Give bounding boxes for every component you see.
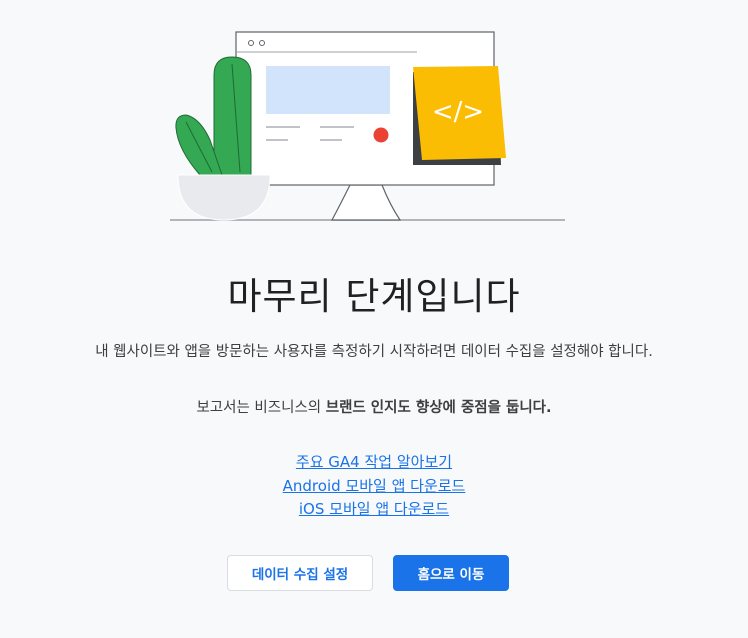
ga4-tasks-link[interactable]: 주요 GA4 작업 알아보기 xyxy=(0,451,748,475)
setup-illustration: </> xyxy=(170,31,565,221)
red-dot xyxy=(373,127,389,143)
report-focus-bold: 브랜드 인지도 향상에 중점을 둡니다. xyxy=(325,400,552,416)
android-app-link[interactable]: Android 모바일 앱 다운로드 xyxy=(0,475,748,499)
page-title: 마무리 단계입니다 xyxy=(227,275,521,318)
data-collection-setup-button[interactable]: 데이터 수집 설정 xyxy=(227,555,373,591)
report-focus-prefix: 보고서는 비즈니스의 xyxy=(196,400,326,416)
ios-app-link[interactable]: iOS 모바일 앱 다운로드 xyxy=(0,498,748,522)
report-focus-text: 보고서는 비즈니스의 브랜드 인지도 향상에 중점을 둡니다. xyxy=(0,396,748,417)
go-home-button[interactable]: 홈으로 이동 xyxy=(393,555,509,591)
plant-pot xyxy=(177,174,271,221)
setup-description: 내 웹사이트와 앱을 방문하는 사용자를 측정하기 시작하려면 데이터 수집을 … xyxy=(95,344,653,360)
content-block xyxy=(266,66,390,114)
resource-links: 주요 GA4 작업 알아보기 Android 모바일 앱 다운로드 iOS 모바… xyxy=(0,451,748,522)
code-icon: </> xyxy=(432,97,484,127)
monitor-stand xyxy=(331,184,402,221)
